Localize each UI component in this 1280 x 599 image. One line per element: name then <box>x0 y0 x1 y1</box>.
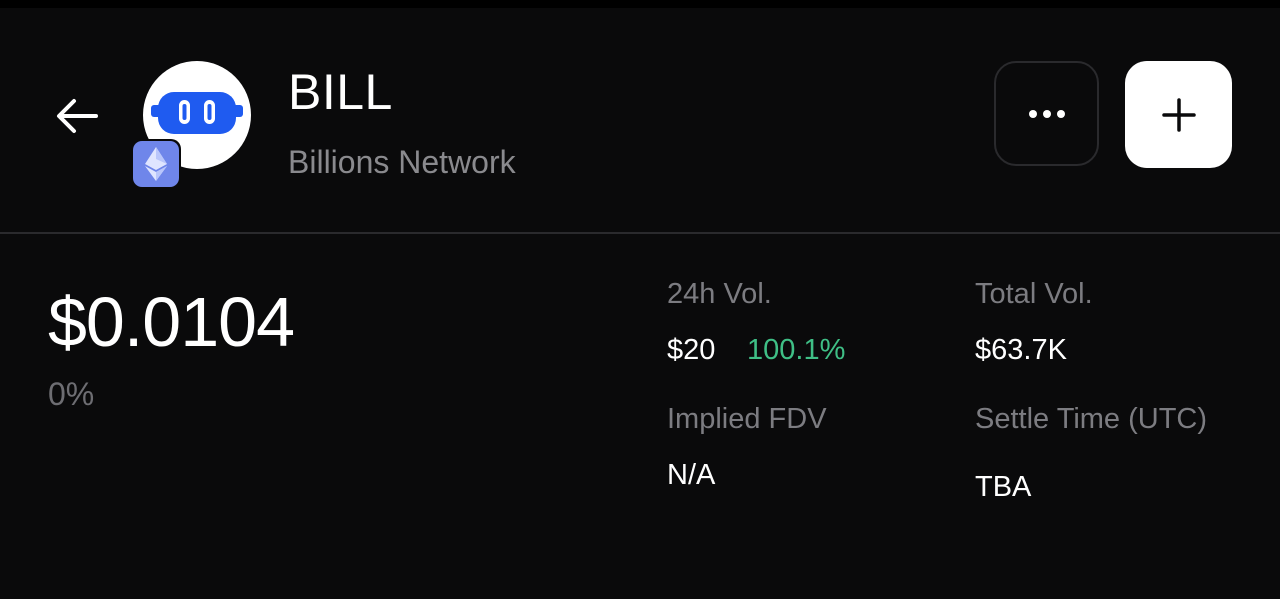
chain-badge <box>131 139 181 189</box>
vol24h-value: $20 <box>667 334 716 366</box>
header-divider <box>0 232 1280 234</box>
chain-badge-bg <box>133 141 179 187</box>
settle-time-value: TBA <box>975 471 1032 503</box>
top-edge-strip <box>0 0 1280 8</box>
token-price: $0.0104 <box>48 283 295 361</box>
implied-fdv-value: N/A <box>667 459 716 491</box>
price-change: 0% <box>48 376 95 412</box>
token-name: Billions Network <box>288 144 516 180</box>
more-options-button[interactable] <box>994 61 1099 166</box>
back-button[interactable] <box>46 88 108 144</box>
arrow-left-icon <box>57 99 98 133</box>
settle-time-label: Settle Time (UTC) <box>975 403 1208 435</box>
ellipsis-icon <box>1028 109 1065 118</box>
vol24h-label: 24h Vol. <box>667 278 772 310</box>
vol24h-change: 100.1% <box>747 334 846 366</box>
plus-icon <box>1161 97 1196 132</box>
implied-fdv-label: Implied FDV <box>667 403 827 435</box>
total-vol-label: Total Vol. <box>975 278 1093 310</box>
token-header: BILL Billions Network <box>0 8 1280 232</box>
ethereum-icon <box>145 147 167 181</box>
total-vol-value: $63.7K <box>975 334 1067 366</box>
token-symbol: BILL <box>288 64 393 120</box>
add-button[interactable] <box>1125 61 1232 168</box>
